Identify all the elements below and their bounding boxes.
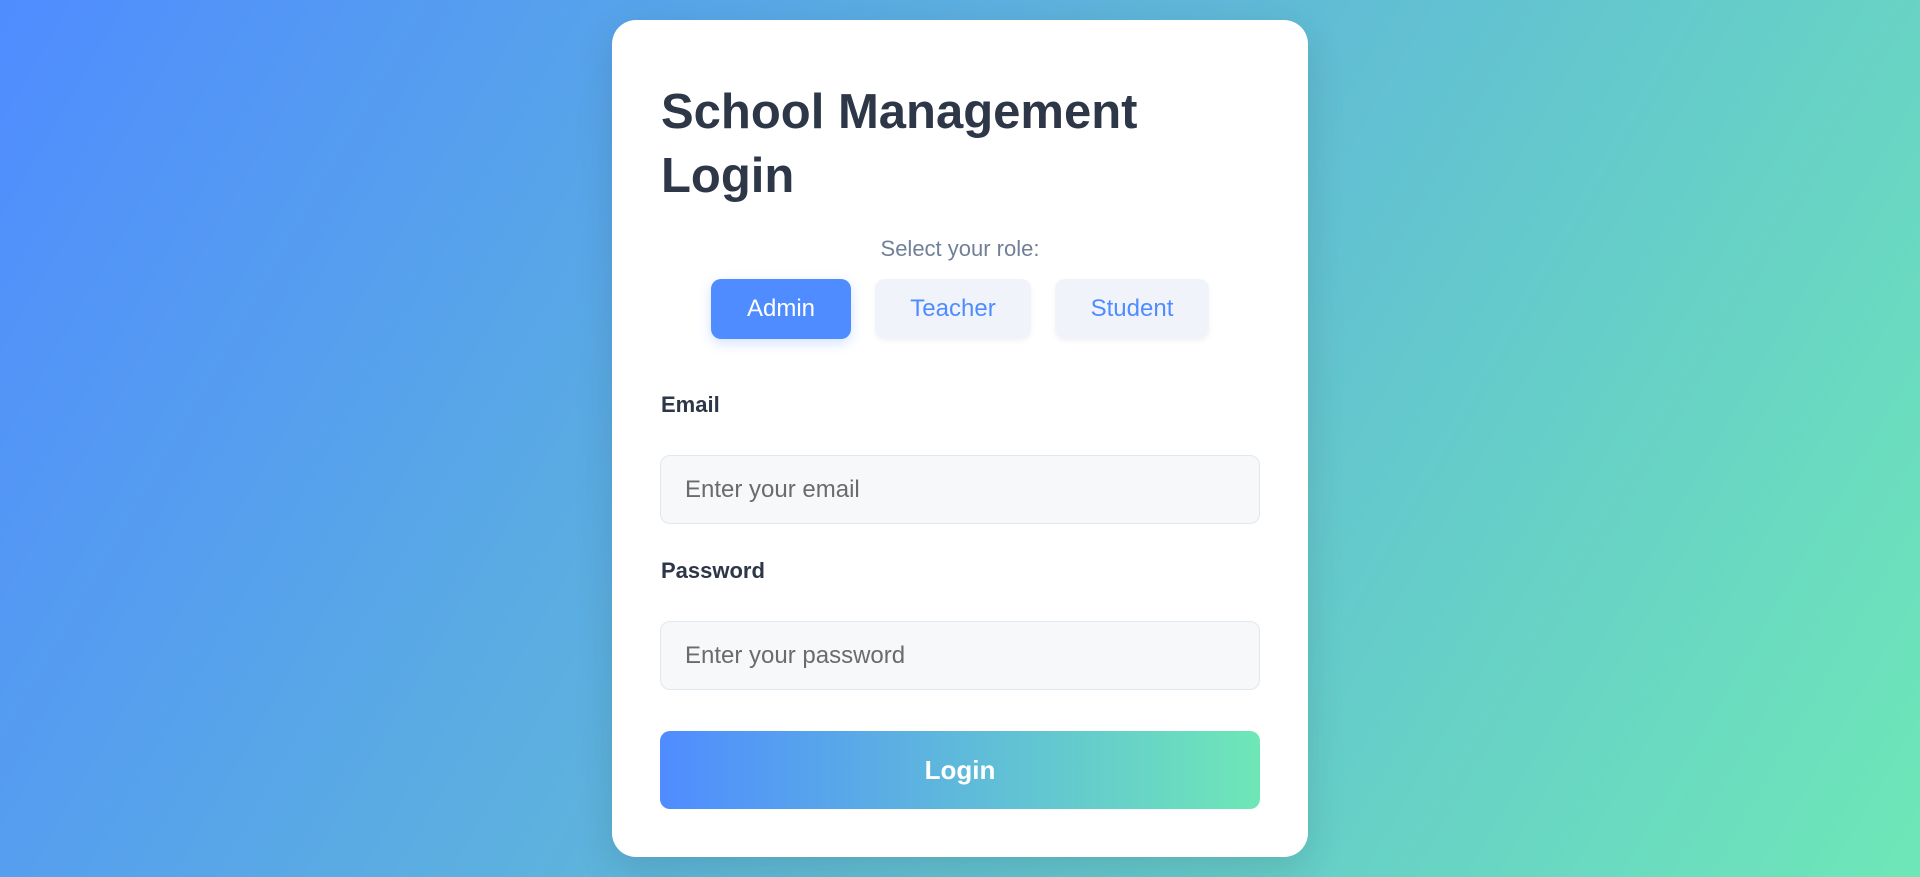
- email-field[interactable]: [660, 455, 1260, 524]
- role-teacher-button[interactable]: Teacher: [875, 279, 1031, 339]
- password-label: Password: [661, 558, 765, 583]
- role-admin-button[interactable]: Admin: [711, 279, 851, 339]
- password-field[interactable]: [660, 621, 1260, 690]
- page-title: School Management Login: [661, 85, 1138, 203]
- role-selector: Admin Teacher Student: [612, 279, 1308, 339]
- email-label: Email: [661, 392, 720, 417]
- login-button[interactable]: Login: [660, 731, 1260, 809]
- role-prompt: Select your role:: [880, 236, 1040, 261]
- role-student-button[interactable]: Student: [1055, 279, 1209, 339]
- login-card: School Management Login Select your role…: [612, 20, 1308, 857]
